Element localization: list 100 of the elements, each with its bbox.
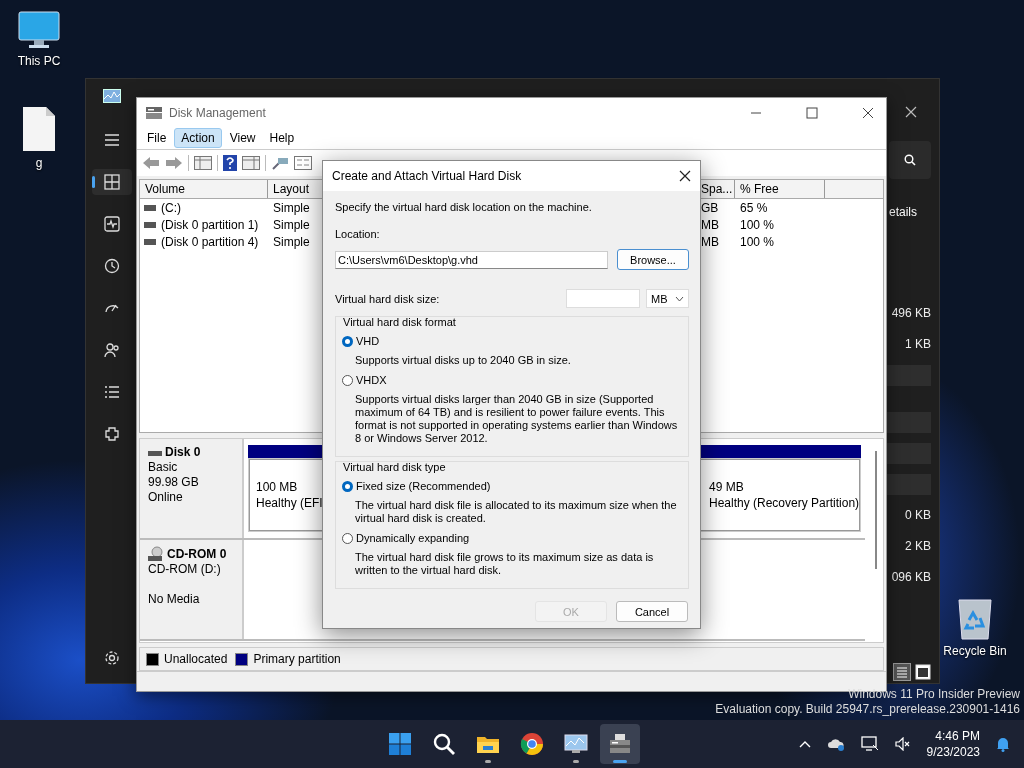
partition-status: Healthy (EFI <box>256 495 324 511</box>
maximize-icon[interactable] <box>806 106 818 119</box>
speaker-muted-icon[interactable] <box>894 737 911 751</box>
dialog-title: Create and Attach Virtual Hard Disk <box>332 169 522 183</box>
size-label: Virtual hard disk size: <box>335 292 440 305</box>
table-cell-text: 100 % <box>739 234 776 249</box>
unit-dropdown[interactable]: MB <box>646 289 689 308</box>
bell-icon[interactable] <box>996 736 1010 752</box>
radio-option[interactable]: Fixed size (Recommended) <box>342 480 682 492</box>
disk-info-card[interactable]: Disk 0 Basic 99.98 GB Online <box>140 439 244 538</box>
window-view-icon[interactable] <box>914 663 932 681</box>
volume-icon <box>144 238 156 245</box>
browse-button[interactable]: Browse... <box>617 249 689 270</box>
radio-button[interactable] <box>342 374 353 386</box>
close-icon[interactable] <box>905 106 917 118</box>
clock[interactable]: 4:46 PM 9/23/2023 <box>926 728 980 760</box>
list-view-icon[interactable] <box>893 663 911 681</box>
table-cell-text: Simple <box>272 200 311 215</box>
people-icon <box>104 342 120 358</box>
table-cell-text: MB <box>700 234 720 249</box>
cancel-button[interactable]: Cancel <box>616 601 688 622</box>
disk-type: Basic <box>148 460 179 475</box>
column-header[interactable]: % Free <box>735 180 825 198</box>
menu-item[interactable]: View <box>223 129 262 147</box>
partition-size: 100 MB <box>256 479 299 495</box>
memory-value: 096 KB <box>891 569 931 586</box>
table-cell: (Disk 0 partition 1) <box>161 217 259 232</box>
disk-tool-taskbar-button[interactable] <box>600 724 640 764</box>
table-cell-text: Simple <box>272 234 311 249</box>
group-title: Virtual hard disk format <box>343 316 457 328</box>
desktop-icon-label[interactable]: g <box>35 156 43 170</box>
radio-button[interactable] <box>342 335 353 347</box>
details-tab[interactable]: etails <box>889 205 917 219</box>
forward-arrow-icon[interactable] <box>165 156 183 170</box>
column-header[interactable]: Volume <box>140 180 268 198</box>
caret-icon <box>675 295 684 302</box>
radio-option[interactable]: VHD <box>342 335 682 347</box>
search-button[interactable] <box>889 141 931 179</box>
network-icon[interactable] <box>860 736 879 752</box>
connect-icon[interactable] <box>271 156 289 170</box>
chevron-up-icon[interactable] <box>798 740 811 748</box>
search-icon <box>431 731 457 757</box>
table-cell-text: Simple <box>272 217 311 232</box>
table-cell: (C:) <box>161 200 181 215</box>
disk-status: Online <box>148 490 184 505</box>
radio-button[interactable] <box>342 480 353 492</box>
desktop-icon-label[interactable]: This PC <box>17 54 61 68</box>
table-cell: (Disk 0 partition 4) <box>161 234 259 249</box>
disk-info-card[interactable]: CD-ROM 0 CD-ROM (D:) No Media <box>140 540 244 639</box>
table-cell-text: GB <box>700 200 720 215</box>
list-icon <box>104 384 120 400</box>
memory-value: 1 KB <box>905 336 931 353</box>
menu-item[interactable]: File <box>141 129 173 147</box>
disk-name: CD-ROM 0 <box>167 546 227 562</box>
properties-icon[interactable] <box>294 156 312 170</box>
back-arrow-icon[interactable] <box>142 156 160 170</box>
window-title: Disk Management <box>169 105 266 120</box>
monitor-icon[interactable] <box>17 10 61 50</box>
memory-value: 496 KB <box>891 305 931 322</box>
console-tree-icon[interactable] <box>194 156 212 170</box>
nav-item[interactable] <box>92 169 132 195</box>
option-description: The virtual hard disk file grows to its maximum size as data is written to the virtual hard disk. <box>355 551 655 577</box>
volume-icon <box>144 204 156 211</box>
partition-size: 49 MB <box>709 479 745 495</box>
grid-icon <box>104 174 120 190</box>
file-icon[interactable] <box>21 106 57 152</box>
action-pane-icon[interactable] <box>242 156 260 170</box>
radio-option[interactable]: VHDX <box>342 374 682 386</box>
option-description: Supports virtual disks larger than 2040 GB in size (Supported maximum of 64 TB) and is resilient to power failure events. This format is not supported in operating systems earlier than Windows 8 or Windows Server 2012. <box>355 393 679 445</box>
option-description: Supports virtual disks up to 2040 GB in size. <box>355 354 572 367</box>
disk-name: Disk 0 <box>165 445 201 460</box>
clock-date: 9/23/2023 <box>926 744 980 760</box>
menu-item[interactable]: Action <box>174 128 222 148</box>
legend-label: Primary partition <box>253 652 341 666</box>
cloud-icon[interactable] <box>826 737 845 751</box>
option-description: The virtual hard disk file is allocated to its maximum size when the virtual hard disk is created. <box>355 499 678 525</box>
menu-icon <box>104 132 120 148</box>
help-icon[interactable] <box>223 155 237 171</box>
location-label: Location: <box>335 228 381 240</box>
volume-icon <box>144 221 156 228</box>
close-icon[interactable] <box>679 170 691 182</box>
partition-block[interactable]: 49 MB Healthy (Recovery Partition) <box>699 459 860 531</box>
pulse-icon <box>104 216 120 232</box>
chart-icon <box>103 89 121 103</box>
disk-icon <box>145 104 163 121</box>
radio-option[interactable]: Dynamically expanding <box>342 532 682 544</box>
menu-item[interactable]: Help <box>263 129 301 147</box>
desktop-icon-label[interactable]: Recycle Bin <box>943 644 1007 658</box>
settings-icon <box>104 650 120 666</box>
radio-button[interactable] <box>342 532 353 544</box>
close-icon[interactable] <box>862 106 874 119</box>
clock-icon <box>104 258 120 274</box>
size-field[interactable] <box>566 289 640 308</box>
memory-value: 2 KB <box>905 538 931 555</box>
disk-status: No Media <box>148 592 201 607</box>
recycle-bin-icon[interactable] <box>956 596 994 640</box>
group-title: Virtual hard disk type <box>343 461 447 473</box>
location-field[interactable]: C:\Users\vm6\Desktop\g.vhd <box>335 250 608 269</box>
windows-logo-icon <box>387 731 413 757</box>
clock-time: 4:46 PM <box>935 728 980 744</box>
